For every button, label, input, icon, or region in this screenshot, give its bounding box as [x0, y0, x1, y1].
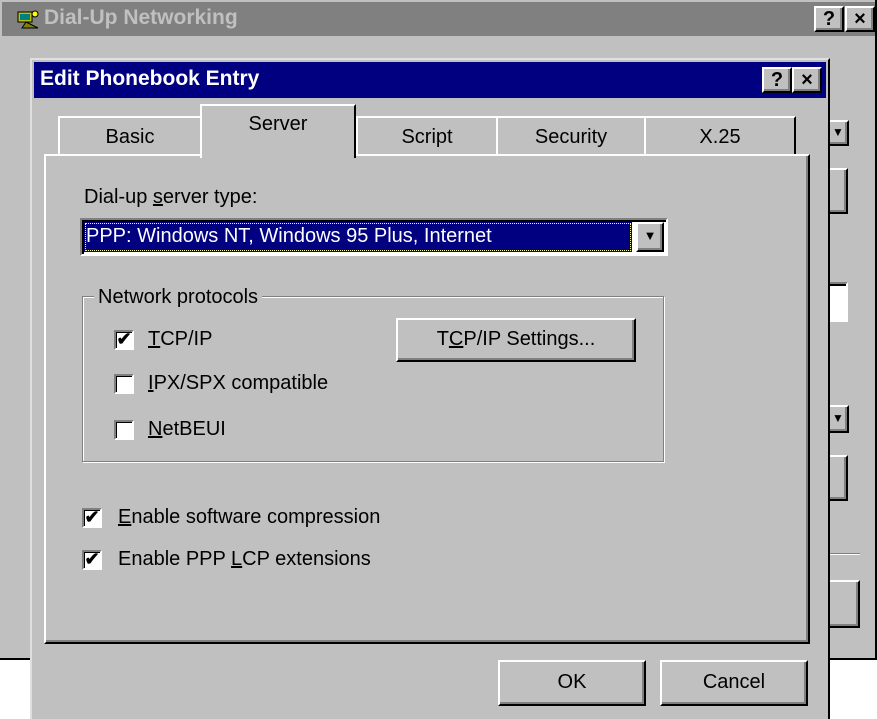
software-compression-checkbox[interactable]: ✔ — [82, 508, 102, 528]
tcpip-settings-button[interactable]: TCP/IP Settings... — [396, 318, 636, 362]
ppp-lcp-mnemonic: L — [231, 548, 243, 570]
tab-basic[interactable]: Basic — [58, 116, 202, 156]
ppp-lcp-extensions-checkbox[interactable]: ✔ — [82, 550, 102, 570]
tcpip-checkbox[interactable]: ✔ — [114, 330, 134, 350]
ipx-spx-checkbox[interactable] — [114, 374, 134, 394]
ppp-lcp-suffix: CP extensions — [242, 548, 371, 570]
tcpip-check-mark: ✔ — [116, 329, 132, 349]
ok-button[interactable]: OK — [498, 660, 646, 706]
tcpip-label-rest: CP/IP — [160, 328, 213, 350]
background-dropdown-arrow-2[interactable]: ▼ — [827, 405, 849, 433]
dialog-help-button[interactable]: ? — [762, 67, 792, 93]
chevron-down-icon[interactable]: ▼ — [636, 222, 664, 252]
netbeui-label-rest: etBEUI — [162, 418, 226, 440]
dialog-title: Edit Phonebook Entry — [40, 67, 260, 90]
dialog-title-bar: Edit Phonebook Entry ? × — [34, 62, 826, 98]
server-type-dropdown[interactable]: PPP: Windows NT, Windows 95 Plus, Intern… — [80, 218, 668, 256]
server-type-label: Dial-up server type: — [84, 186, 257, 209]
background-close-button[interactable]: × — [845, 6, 875, 32]
server-type-selected: PPP: Windows NT, Windows 95 Plus, Intern… — [84, 222, 632, 252]
tab-server-label: Server — [248, 113, 308, 135]
tcpip-settings-suffix: P/IP Settings... — [463, 328, 596, 350]
tab-basic-label: Basic — [105, 126, 155, 148]
background-title-bar: Dial-Up Networking ? × — [2, 2, 875, 36]
cancel-button[interactable]: Cancel — [660, 660, 808, 706]
tcpip-mnemonic: T — [148, 328, 161, 350]
tcpip-label: TCP/IP — [148, 328, 212, 351]
dialog-close-button[interactable]: × — [792, 67, 822, 93]
background-dropdown-arrow[interactable]: ▼ — [827, 120, 849, 146]
tab-security-label: Security — [534, 126, 608, 148]
background-window-title: Dial-Up Networking — [44, 6, 238, 29]
ppp-lcp-check-mark: ✔ — [84, 549, 100, 569]
software-compression-suffix: nable software compression — [131, 506, 381, 528]
software-compression-label: Enable software compression — [118, 506, 380, 529]
tab-x25-label: X.25 — [699, 126, 741, 148]
ipx-spx-label: IPX/SPX compatible — [148, 372, 328, 395]
server-type-label-prefix: Dial-up — [84, 186, 153, 208]
tab-x25[interactable]: X.25 — [644, 116, 796, 156]
ipx-spx-label-rest: PX/SPX compatible — [153, 372, 329, 394]
netbeui-label: NetBEUI — [148, 418, 226, 441]
tab-script[interactable]: Script — [356, 116, 498, 156]
tab-server[interactable]: Server — [200, 104, 356, 158]
tab-script-label: Script — [401, 126, 453, 148]
netbeui-checkbox[interactable] — [114, 420, 134, 440]
network-protocols-label: Network protocols — [94, 286, 263, 309]
server-type-label-mnemonic: s — [152, 186, 163, 208]
netbeui-mnemonic: N — [148, 418, 163, 440]
dialup-networking-icon — [16, 8, 40, 30]
ppp-lcp-prefix: Enable PPP — [118, 548, 232, 570]
software-compression-mnemonic: E — [118, 506, 132, 528]
tcpip-settings-prefix: T — [436, 328, 449, 350]
background-help-button[interactable]: ? — [814, 6, 844, 32]
server-type-label-suffix: erver type: — [162, 186, 258, 208]
software-compression-check-mark: ✔ — [84, 507, 100, 527]
tcpip-settings-mnemonic: C — [448, 328, 464, 350]
ppp-lcp-extensions-label: Enable PPP LCP extensions — [118, 548, 371, 571]
tab-security[interactable]: Security — [496, 116, 646, 156]
server-type-selected-text: PPP: Windows NT, Windows 95 Plus, Intern… — [86, 225, 492, 247]
